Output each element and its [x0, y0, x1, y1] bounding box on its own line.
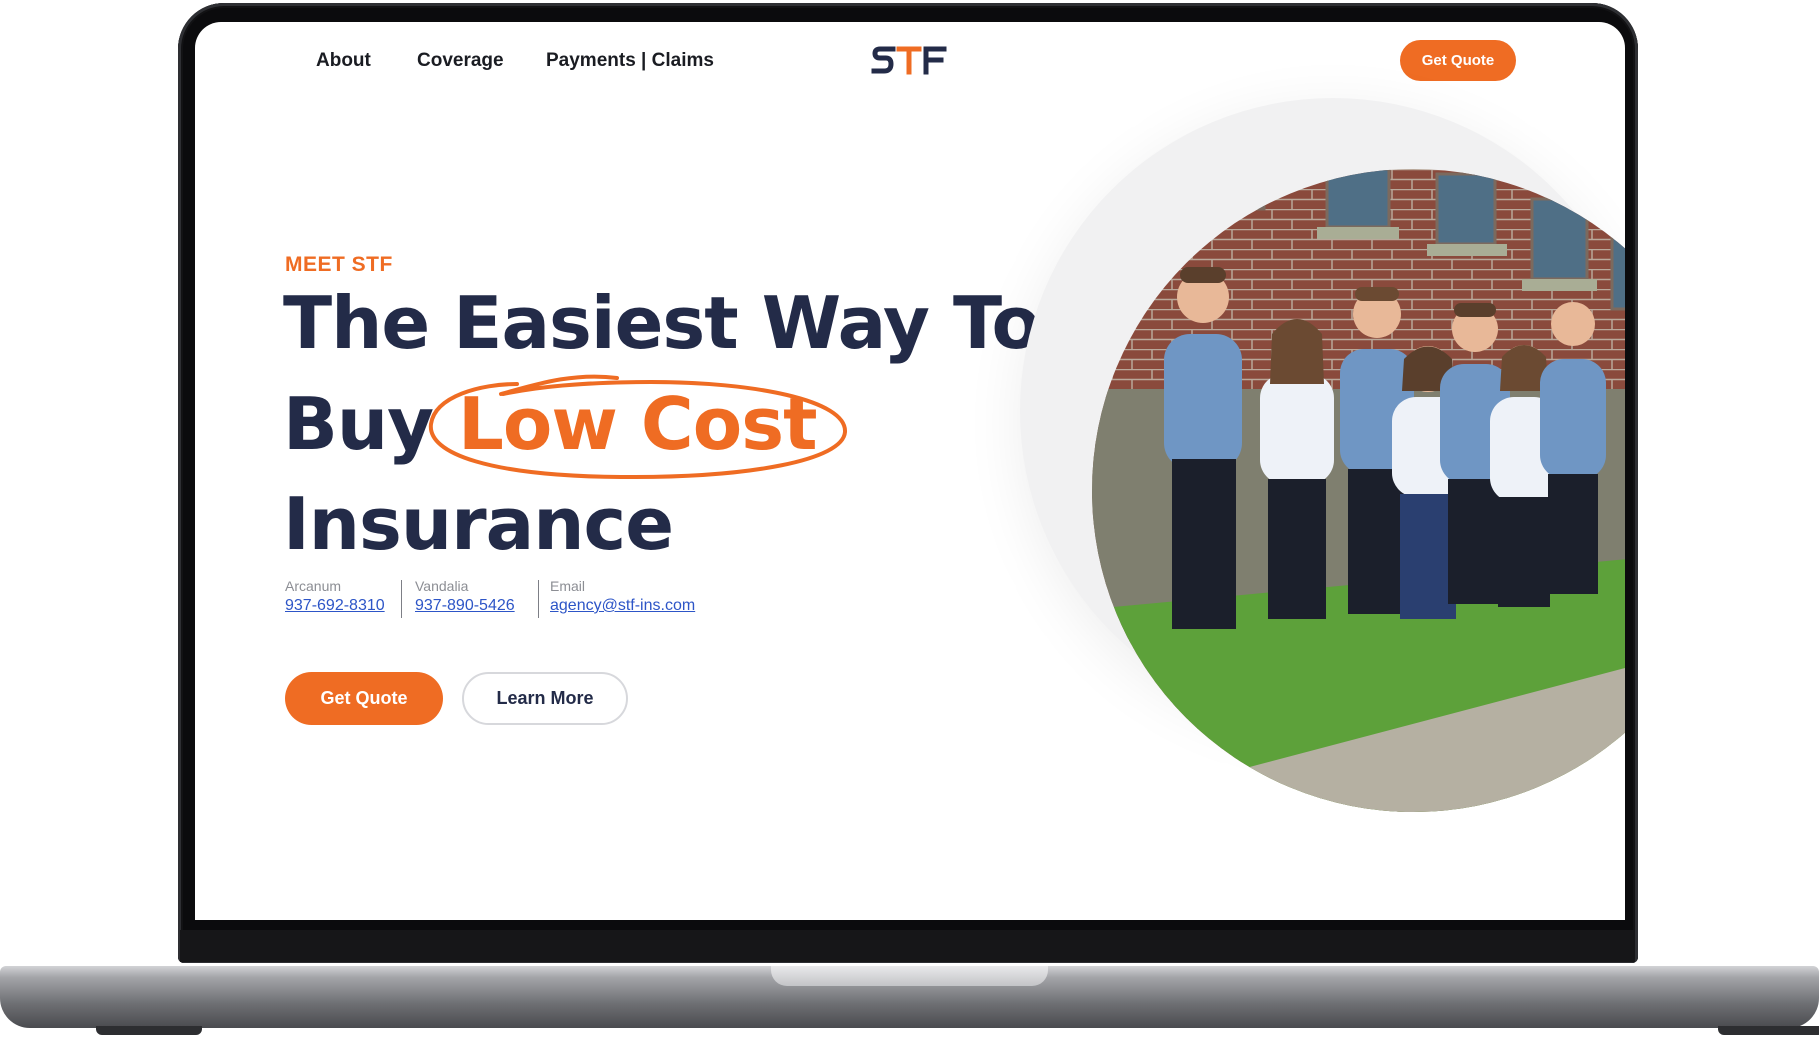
get-quote-nav-button[interactable]: Get Quote — [1400, 40, 1516, 81]
get-quote-button[interactable]: Get Quote — [285, 672, 443, 725]
contact-label: Email — [550, 578, 586, 594]
contact-email: Email agency@stf-ins.com — [550, 578, 695, 615]
phone-link-arcanum[interactable]: 937-692-8310 — [285, 597, 385, 615]
website-screen: About Coverage Payments | Claims Get Quo… — [195, 22, 1625, 920]
hero-headline-buy: Buy — [283, 382, 434, 466]
learn-more-button[interactable]: Learn More — [462, 672, 628, 725]
contact-divider — [401, 580, 402, 618]
laptop-chin — [180, 930, 1635, 962]
laptop-notch — [771, 966, 1048, 986]
hero-headline-line3: Insurance — [283, 482, 674, 566]
phone-link-vandalia[interactable]: 937-890-5426 — [415, 597, 515, 615]
email-link[interactable]: agency@stf-ins.com — [550, 597, 695, 615]
nav-link-coverage[interactable]: Coverage — [417, 50, 504, 72]
contact-divider — [538, 580, 539, 618]
nav-link-about[interactable]: About — [316, 50, 371, 72]
contact-vandalia: Vandalia 937-890-5426 — [415, 578, 515, 615]
nav-link-payments-claims[interactable]: Payments | Claims — [546, 50, 714, 72]
laptop-mockup: About Coverage Payments | Claims Get Quo… — [0, 0, 1819, 1038]
hero-headline-highlight: Low Cost — [458, 382, 818, 466]
stf-logo-icon[interactable] — [871, 42, 947, 78]
hero-eyebrow: MEET STF — [285, 253, 393, 276]
laptop-foot-right — [1718, 1026, 1819, 1035]
hero-headline-line1: The Easiest Way To — [283, 281, 1041, 365]
laptop-foot-left — [96, 1026, 202, 1035]
contact-arcanum: Arcanum 937-692-8310 — [285, 578, 385, 615]
contact-label: Vandalia — [415, 578, 469, 594]
contact-label: Arcanum — [285, 578, 342, 594]
